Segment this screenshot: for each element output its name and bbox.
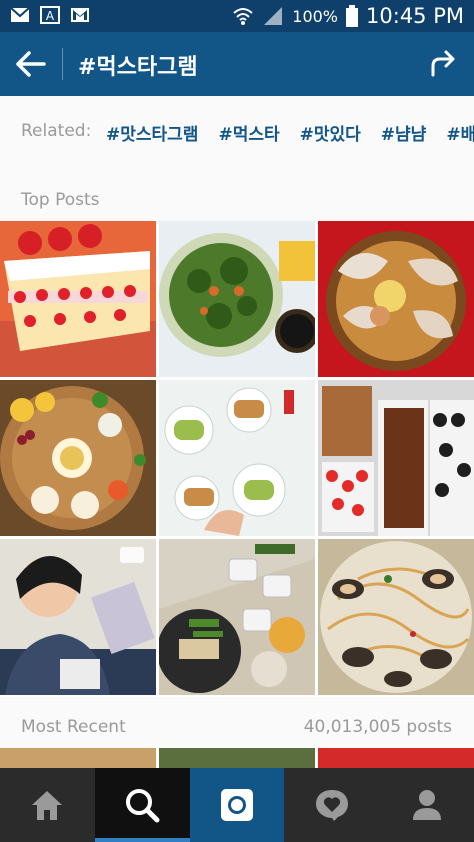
search-icon — [126, 789, 160, 823]
page-title: #먹스타그램 — [78, 55, 198, 80]
related-tag[interactable]: #배고 — [446, 120, 474, 145]
nav-profile[interactable] — [379, 768, 474, 842]
post-tile-grill-table[interactable] — [159, 539, 315, 695]
bottom-nav — [0, 768, 474, 842]
post-tile-tacos-table[interactable] — [159, 380, 315, 536]
top-posts-label: Top Posts — [21, 190, 100, 210]
app-bar: #먹스타그램 — [0, 32, 474, 96]
post-tile-strawberry-cake[interactable] — [0, 221, 156, 377]
most-recent-grid — [0, 748, 474, 768]
battery-percent: 100% — [292, 6, 339, 26]
camera-icon — [220, 789, 253, 821]
recent-tile[interactable] — [0, 748, 156, 768]
most-recent-label: Most Recent — [21, 717, 126, 737]
most-recent-header: Most Recent 40,013,005 posts — [0, 697, 474, 748]
a-icon: A — [40, 6, 60, 24]
nav-activity[interactable] — [284, 768, 379, 842]
clock: 10:45 PM — [366, 4, 464, 28]
gmail-icon — [71, 8, 89, 22]
app-bar-divider — [62, 48, 63, 80]
top-posts-header: Top Posts — [0, 168, 474, 221]
related-tag[interactable]: #먹스타 — [218, 120, 279, 145]
status-bar: A 100% 10:45 PM — [0, 0, 474, 32]
nav-camera[interactable] — [189, 768, 285, 842]
mail-icon — [10, 7, 30, 22]
post-tile-salad-bowl[interactable] — [159, 221, 315, 377]
wifi-icon — [233, 8, 253, 25]
nav-search[interactable] — [94, 768, 190, 842]
recent-tile[interactable] — [159, 748, 315, 768]
svg-text:A: A — [46, 9, 55, 23]
related-tag[interactable]: #냠냠 — [381, 120, 427, 145]
related-label: Related: — [21, 121, 92, 141]
post-tile-chocolate-dessert[interactable] — [318, 380, 474, 536]
related-tag[interactable]: #맛있다 — [300, 120, 361, 145]
post-count: 40,013,005 posts — [303, 717, 452, 737]
share-arrow-icon[interactable] — [428, 48, 458, 78]
signal-icon — [264, 7, 283, 25]
post-tile-fruit-platter[interactable] — [0, 380, 156, 536]
home-icon — [32, 791, 63, 820]
post-tile-person-eating[interactable] — [0, 539, 156, 695]
activity-icon — [315, 790, 348, 821]
related-tags-bar: Related: #맛스타그램 #먹스타 #맛있다 #냠냠 #배고 — [0, 96, 474, 168]
recent-tile[interactable] — [318, 748, 474, 768]
post-tile-dumpling-soup[interactable] — [318, 221, 474, 377]
nav-home[interactable] — [0, 768, 95, 842]
arrow-left-icon[interactable] — [14, 48, 48, 80]
related-tag[interactable]: #맛스타그램 — [106, 120, 198, 145]
profile-icon — [412, 790, 441, 820]
battery-icon — [346, 5, 359, 27]
post-tile-clam-pasta[interactable] — [318, 539, 474, 695]
